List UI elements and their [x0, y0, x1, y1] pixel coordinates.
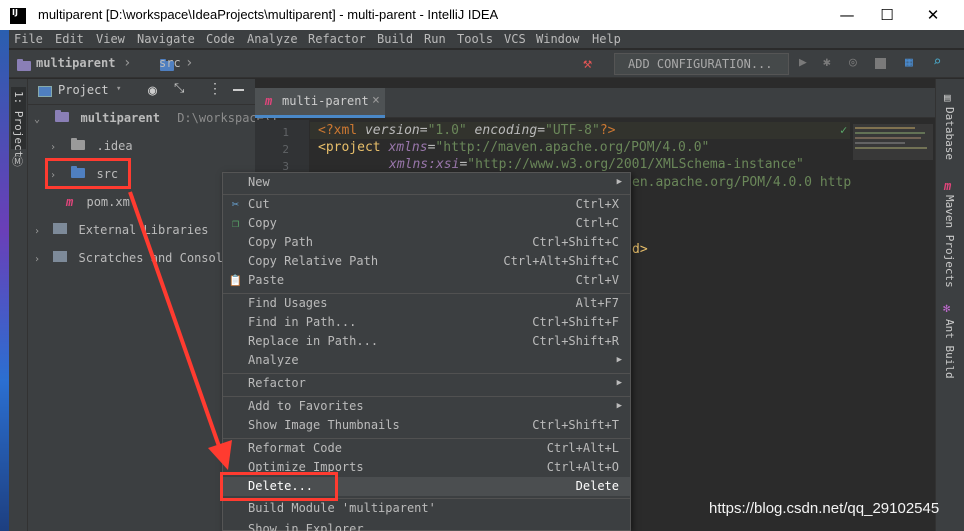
annotation-arrow: [128, 191, 232, 470]
annotation-arrow-shaft: [128, 191, 223, 453]
watermark-text: https://blog.csdn.net/qq_29102545: [709, 500, 940, 517]
annotation-arrow-head: [208, 440, 232, 470]
